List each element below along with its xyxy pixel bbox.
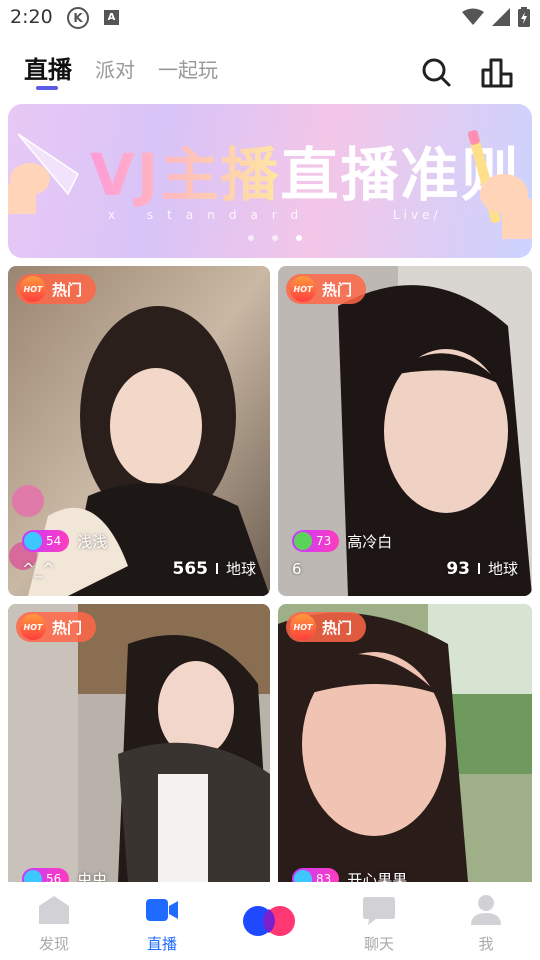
host-info: 83 开心果果 — [292, 868, 407, 882]
hot-label: 热门 — [322, 618, 353, 637]
nav-label: 直播 — [146, 935, 177, 953]
hand-with-ruler-illustration — [8, 133, 79, 214]
a-app-icon: A — [104, 10, 119, 25]
level-face-icon — [24, 532, 42, 550]
host-info: 54 浅浅 — [22, 530, 107, 552]
divider — [215, 563, 218, 574]
card-footer: 6 93 地球 — [292, 558, 518, 579]
host-info: 56 虫虫 — [22, 868, 107, 882]
promo-banner[interactable]: VJ主播直播准则 x standard Live/ — [8, 104, 532, 258]
nav-label: 我 — [478, 935, 494, 953]
level-badge: 73 — [292, 530, 340, 552]
host-name: 开心果果 — [347, 870, 408, 883]
active-tab-indicator — [36, 86, 58, 90]
banner-pagination — [248, 235, 302, 241]
person-icon — [471, 895, 501, 925]
stream-cover-image — [278, 604, 532, 882]
live-room-card[interactable]: HOT 热门 54 浅浅 ^_^ 565 地球 — [8, 266, 270, 596]
live-room-card[interactable]: HOT 热门 56 虫虫 — [8, 604, 270, 882]
level-badge: 56 — [22, 868, 70, 882]
hot-flame-icon: HOT — [290, 614, 316, 640]
level-badge: 54 — [22, 530, 70, 552]
level-face-icon — [294, 870, 312, 882]
wifi-icon — [462, 8, 484, 25]
hot-label: 热门 — [52, 618, 83, 637]
banner-dot[interactable] — [272, 235, 278, 241]
chat-bubble-icon — [363, 897, 395, 925]
tab-live[interactable]: 直播 — [24, 50, 72, 85]
stream-caption: ^_^ — [22, 559, 55, 578]
status-icons — [462, 7, 530, 27]
hot-badge: HOT 热门 — [16, 274, 97, 304]
status-bar: 2:20 K A — [0, 0, 540, 36]
hot-flame-icon: HOT — [20, 276, 46, 302]
top-tab-bar: 直播 派对 一起玩 — [0, 44, 540, 100]
tab-party[interactable]: 派对 — [95, 54, 135, 83]
host-name: 虫虫 — [77, 870, 108, 883]
discover-icon — [39, 896, 69, 924]
banner-dot-active[interactable] — [296, 235, 302, 241]
stream-caption: 6 — [292, 559, 302, 578]
bottom-nav-bar: 发现 直播 聊天 我 — [0, 882, 540, 960]
hot-flame-icon: HOT — [290, 276, 316, 302]
ranking-icon[interactable] — [481, 56, 513, 88]
create-live-icon[interactable] — [241, 904, 297, 938]
live-room-card[interactable]: HOT 热门 83 开心果果 — [278, 604, 532, 882]
banner-subtitle-right: Live/ — [393, 208, 442, 222]
level-badge: 83 — [292, 868, 340, 882]
host-name: 浅浅 — [77, 532, 108, 551]
banner-dot[interactable] — [248, 235, 254, 241]
nav-live[interactable]: 直播 — [122, 894, 202, 954]
signal-icon — [492, 8, 510, 26]
k-app-icon: K — [67, 7, 89, 29]
nav-label: 聊天 — [363, 935, 394, 953]
battery-icon — [518, 7, 530, 27]
nav-label: 发现 — [38, 935, 69, 953]
nav-chat[interactable]: 聊天 — [339, 894, 419, 954]
banner-title: VJ主播直播准则 — [90, 141, 521, 209]
viewer-count: 93 — [446, 558, 470, 579]
host-info: 73 高冷白 — [292, 530, 392, 552]
hot-badge: HOT 热门 — [286, 612, 367, 642]
search-icon[interactable] — [420, 56, 452, 88]
tab-play-together[interactable]: 一起玩 — [158, 54, 218, 83]
viewer-count: 565 — [172, 558, 208, 579]
divider — [477, 563, 480, 574]
nav-discover[interactable]: 发现 — [14, 894, 94, 954]
hand-with-pencil-illustration — [467, 130, 532, 239]
nav-me[interactable]: 我 — [446, 894, 526, 954]
level-face-icon — [294, 532, 312, 550]
hot-label: 热门 — [52, 280, 83, 299]
hot-label: 热门 — [322, 280, 353, 299]
stream-cover-image — [8, 604, 270, 882]
location: 地球 — [487, 560, 518, 578]
banner-subtitle-left: x standard — [108, 208, 313, 222]
location: 地球 — [225, 560, 256, 578]
level-face-icon — [24, 870, 42, 882]
video-camera-icon — [146, 899, 178, 921]
hot-badge: HOT 热门 — [286, 274, 367, 304]
live-room-card[interactable]: HOT 热门 73 高冷白 6 93 地球 — [278, 266, 532, 596]
status-time: 2:20 — [10, 6, 53, 28]
hot-badge: HOT 热门 — [16, 612, 97, 642]
hot-flame-icon: HOT — [20, 614, 46, 640]
card-footer: ^_^ 565 地球 — [22, 558, 256, 579]
host-name: 高冷白 — [347, 532, 393, 551]
